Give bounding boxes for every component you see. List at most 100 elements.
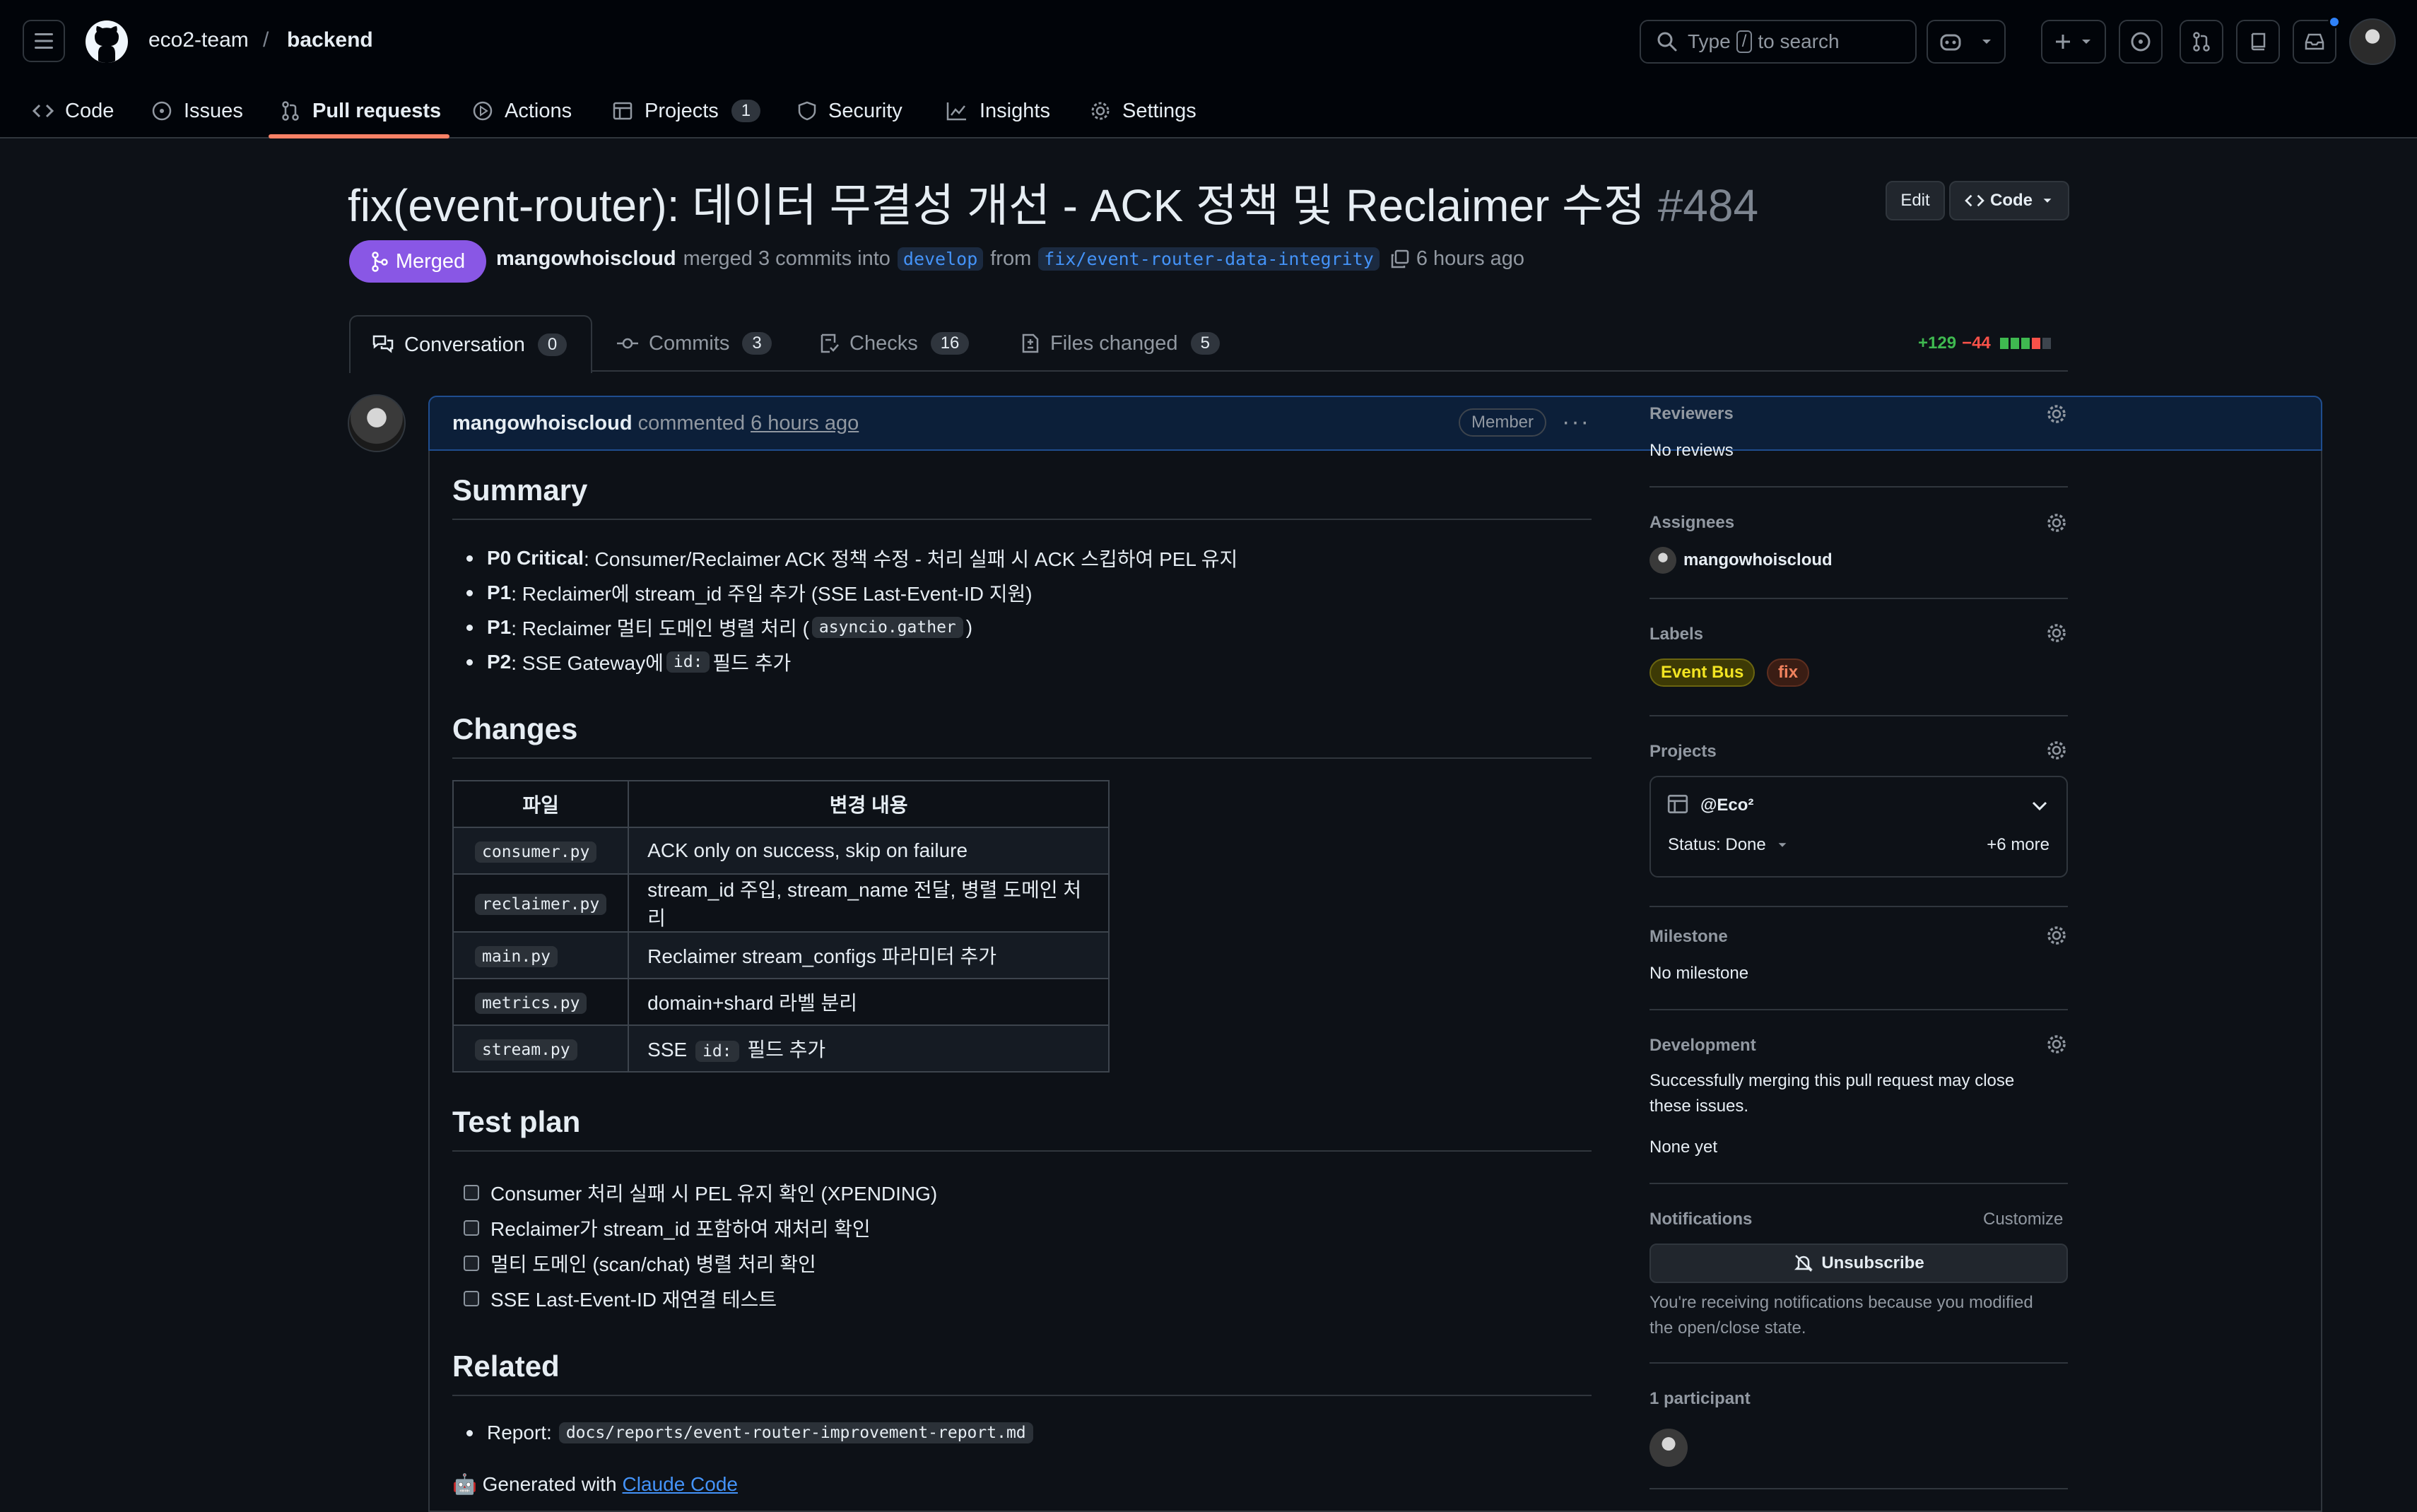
labels-title[interactable]: Labels <box>1649 625 1703 644</box>
create-new-button[interactable] <box>2041 20 2106 64</box>
issues-shortcut-button[interactable] <box>2119 20 2163 64</box>
generated-line: 🤖 Generated with Claude Code <box>452 1472 738 1496</box>
unsubscribe-button[interactable]: Unsubscribe <box>1649 1244 2068 1283</box>
pull-requests-shortcut-button[interactable] <box>2180 20 2223 64</box>
file-name: reclaimer.py <box>475 894 607 915</box>
project-status[interactable]: Status: Done <box>1668 835 1789 855</box>
unread-indicator <box>2328 16 2341 28</box>
task-checkbox[interactable] <box>464 1220 479 1236</box>
changes-table: 파일 변경 내용 consumer.py ACK only on success… <box>452 780 1110 1073</box>
summary-item-after: 필드 추가 <box>712 652 792 674</box>
shield-icon <box>798 101 816 121</box>
edit-title-button[interactable]: Edit <box>1886 181 1945 220</box>
comment-author-avatar[interactable] <box>348 394 406 452</box>
nav-code[interactable]: Code <box>33 85 114 137</box>
conversation-count: 0 <box>537 333 568 356</box>
sidebar-divider <box>1649 1183 2068 1184</box>
gear-icon[interactable] <box>2045 924 2068 947</box>
notifications-reason-2: the open/close state. <box>1649 1318 1806 1337</box>
nav-settings[interactable]: Settings <box>1090 85 1196 137</box>
gear-icon[interactable] <box>2045 512 2068 534</box>
repo-name-link[interactable]: backend <box>287 28 373 52</box>
assignee-avatar <box>1649 547 1676 574</box>
commits-count: 3 <box>742 332 772 355</box>
nav-security[interactable]: Security <box>797 85 902 137</box>
label-fix[interactable]: fix <box>1767 658 1810 687</box>
gear-icon[interactable] <box>2045 403 2068 425</box>
report-label: Report: <box>487 1422 552 1443</box>
tab-conversation[interactable]: Conversation 0 <box>349 315 592 373</box>
table-row: consumer.py ACK only on success, skip on… <box>452 827 1110 875</box>
tab-commits[interactable]: Commits 3 <box>616 315 772 372</box>
report-path: docs/reports/event-router-improvement-re… <box>558 1422 1033 1443</box>
assignee-item[interactable]: mangowhoiscloud <box>1649 547 1833 574</box>
merged-text: merged 3 commits into <box>683 247 890 270</box>
sidebar-divider <box>1649 906 2068 907</box>
nav-issues[interactable]: Issues <box>151 85 243 137</box>
tab-files-changed[interactable]: Files changed 5 <box>1021 315 1220 372</box>
member-badge: Member <box>1459 408 1547 437</box>
nav-projects[interactable]: Projects 1 <box>612 85 761 137</box>
code-icon <box>33 104 54 118</box>
claude-code-link[interactable]: Claude Code <box>623 1473 738 1496</box>
user-avatar[interactable] <box>2349 18 2396 65</box>
related-heading: Related <box>452 1349 560 1383</box>
copy-icon[interactable] <box>1389 249 1411 270</box>
comment-header: mangowhoiscloud commented 6 hours ago <box>428 396 2322 451</box>
projects-count: 1 <box>731 100 761 122</box>
chevron-down-icon[interactable] <box>2030 797 2050 814</box>
copilot-button[interactable] <box>1927 20 2006 64</box>
assignees-title[interactable]: Assignees <box>1649 513 1734 533</box>
development-title[interactable]: Development <box>1649 1036 1756 1056</box>
generated-prefix: 🤖 Generated with <box>452 1473 617 1495</box>
label-event-bus[interactable]: Event Bus <box>1649 658 1756 687</box>
menu-icon[interactable] <box>23 20 65 62</box>
repo-owner-link[interactable]: eco2-team <box>148 28 249 52</box>
participant-avatar[interactable] <box>1649 1429 1688 1467</box>
project-name[interactable]: @Eco² <box>1700 796 1753 815</box>
file-name: stream.py <box>475 1039 577 1061</box>
base-branch[interactable]: develop <box>897 247 984 271</box>
nav-pull-requests[interactable]: Pull requests <box>280 85 441 137</box>
task-checkbox[interactable] <box>464 1256 479 1271</box>
development-line-2: these issues. <box>1649 1097 1749 1116</box>
reviewers-title[interactable]: Reviewers <box>1649 404 1734 424</box>
plus-icon <box>2056 35 2070 49</box>
head-branch[interactable]: fix/event-router-data-integrity <box>1038 247 1380 271</box>
files-changed-count: 5 <box>1190 332 1220 355</box>
project-more-link[interactable]: +6 more <box>1987 835 2050 855</box>
gear-icon[interactable] <box>2045 1033 2068 1056</box>
table-row: reclaimer.py stream_id 주입, stream_name 전… <box>452 873 1110 933</box>
comment-time-link[interactable]: 6 hours ago <box>751 412 859 435</box>
table-row: main.py Reclaimer stream_configs 파라미터 추가 <box>452 931 1110 979</box>
checklist-icon <box>821 333 839 353</box>
milestone-title[interactable]: Milestone <box>1649 927 1728 947</box>
code-dropdown-button[interactable]: Code <box>1949 181 2069 220</box>
github-logo-icon[interactable] <box>85 20 129 64</box>
gear-icon[interactable] <box>2045 622 2068 644</box>
path-separator: / <box>263 28 269 52</box>
task-checkbox[interactable] <box>464 1291 479 1306</box>
repositories-button[interactable] <box>2236 20 2280 64</box>
pr-author-link[interactable]: mangowhoiscloud <box>496 247 676 271</box>
repo-navigation: Code Issues Pull requests Actions Projec… <box>0 85 2417 138</box>
table-icon <box>613 102 633 120</box>
comment-menu-icon[interactable]: ··· <box>1562 408 1590 436</box>
summary-item: P1 : Reclaimer에 stream_id 주입 추가 (SSE Las… <box>466 579 1033 607</box>
gear-icon[interactable] <box>2045 739 2068 762</box>
task-label: Consumer 처리 실패 시 PEL 유지 확인 (XPENDING) <box>490 1183 938 1205</box>
comment-author-link[interactable]: mangowhoiscloud <box>452 412 633 435</box>
from-text: from <box>990 247 1032 270</box>
customize-link[interactable]: Customize <box>1983 1210 2063 1229</box>
change-desc: domain+shard 라벨 분리 <box>628 978 1110 1026</box>
nav-insights[interactable]: Insights <box>946 85 1050 137</box>
task-label: SSE Last-Event-ID 재연결 테스트 <box>490 1289 777 1311</box>
nav-actions[interactable]: Actions <box>472 85 572 137</box>
notifications-title: Notifications <box>1649 1210 1753 1229</box>
nav-code-label: Code <box>65 99 114 122</box>
issue-opened-icon <box>2131 32 2151 52</box>
tab-checks[interactable]: Checks 16 <box>820 315 970 372</box>
task-checkbox[interactable] <box>464 1185 479 1200</box>
search-input[interactable]: Type / to search <box>1640 20 1917 64</box>
projects-title[interactable]: Projects <box>1649 742 1717 762</box>
